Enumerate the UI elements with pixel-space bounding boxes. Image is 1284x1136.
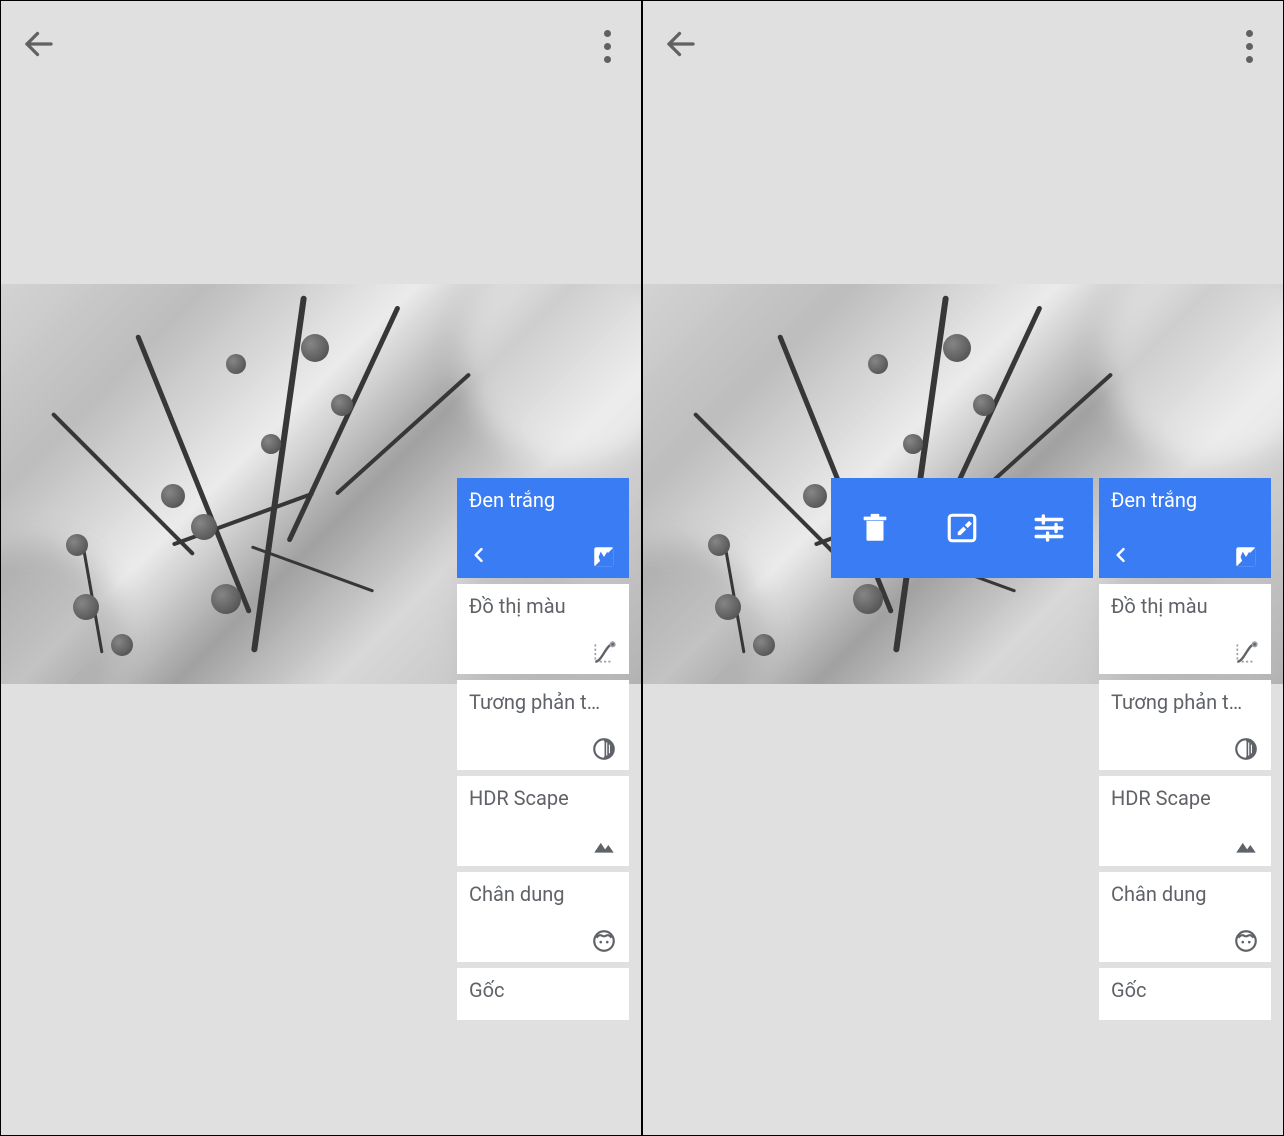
- tonal-contrast-icon: [1233, 736, 1259, 762]
- chevron-left-icon: [469, 545, 489, 570]
- edit-stack-list: Đen trắng Đồ thị màu Tương phản t…: [1099, 478, 1271, 1020]
- stack-item-tonal[interactable]: Tương phản t…: [457, 680, 629, 770]
- stack-item-label: Gốc: [1111, 978, 1259, 1002]
- stack-item-bw[interactable]: Đen trắng: [1099, 478, 1271, 578]
- stack-item-label: Đen trắng: [469, 488, 617, 512]
- chevron-left-icon: [1111, 545, 1131, 570]
- curves-icon: [591, 640, 617, 666]
- tonal-contrast-icon: [591, 736, 617, 762]
- more-menu-button[interactable]: [594, 20, 621, 73]
- bw-contrast-icon: [1233, 544, 1259, 570]
- stack-item-label: Tương phản t…: [1111, 690, 1259, 714]
- stack-item-original[interactable]: Gốc: [457, 968, 629, 1020]
- topbar: [643, 1, 1283, 91]
- stack-item-hdr[interactable]: HDR Scape: [457, 776, 629, 866]
- stack-item-label: Đồ thị màu: [469, 594, 617, 618]
- reapply-edit-button[interactable]: [942, 508, 982, 548]
- face-icon: [1233, 928, 1259, 954]
- editor-panel-right: Đen trắng Đồ thị màu Tương phản t…: [642, 0, 1284, 1136]
- stack-item-hdr[interactable]: HDR Scape: [1099, 776, 1271, 866]
- landscape-icon: [591, 832, 617, 858]
- stack-item-curves[interactable]: Đồ thị màu: [1099, 584, 1271, 674]
- stack-item-original[interactable]: Gốc: [1099, 968, 1271, 1020]
- topbar: [1, 1, 641, 91]
- adjust-step-button[interactable]: [1029, 508, 1069, 548]
- stack-item-label: HDR Scape: [1111, 786, 1259, 810]
- landscape-icon: [1233, 832, 1259, 858]
- stack-item-label: Đen trắng: [1111, 488, 1259, 512]
- stack-item-tonal[interactable]: Tương phản t…: [1099, 680, 1271, 770]
- stack-item-label: HDR Scape: [469, 786, 617, 810]
- stack-item-label: Chân dung: [1111, 882, 1259, 906]
- back-button[interactable]: [21, 26, 57, 66]
- stack-item-bw[interactable]: Đen trắng: [457, 478, 629, 578]
- face-icon: [591, 928, 617, 954]
- editor-panel-left: Đen trắng Đồ thị màu Tương phản t…: [0, 0, 642, 1136]
- stack-item-portrait[interactable]: Chân dung: [457, 872, 629, 962]
- delete-step-button[interactable]: [855, 508, 895, 548]
- stack-item-label: Chân dung: [469, 882, 617, 906]
- back-button[interactable]: [663, 26, 699, 66]
- stack-item-label: Tương phản t…: [469, 690, 617, 714]
- stack-item-curves[interactable]: Đồ thị màu: [457, 584, 629, 674]
- stack-item-label: Đồ thị màu: [1111, 594, 1259, 618]
- curves-icon: [1233, 640, 1259, 666]
- stack-action-bar: [831, 478, 1093, 578]
- stack-item-label: Gốc: [469, 978, 617, 1002]
- bw-contrast-icon: [591, 544, 617, 570]
- edit-stack-list: Đen trắng Đồ thị màu Tương phản t…: [457, 478, 629, 1020]
- more-menu-button[interactable]: [1236, 20, 1263, 73]
- stack-item-portrait[interactable]: Chân dung: [1099, 872, 1271, 962]
